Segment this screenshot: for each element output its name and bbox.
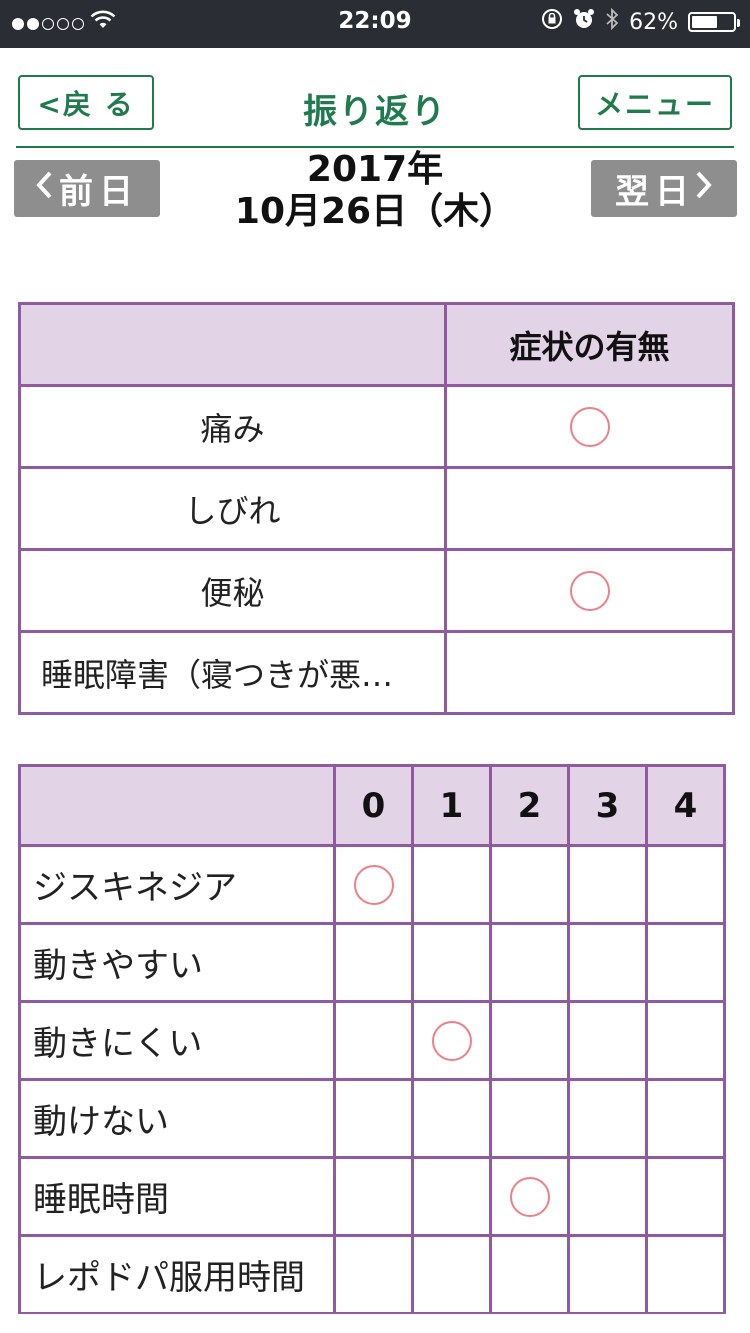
score-column-header: 4 <box>645 764 726 847</box>
circle-mark-icon <box>353 865 394 906</box>
score-table-scroll[interactable]: 01234 ジスキネジア 動きやすい 動きにくい 動けない 睡眠時間 レポドパ服用時間 <box>18 764 732 1314</box>
score-cell[interactable] <box>489 922 570 1003</box>
chevron-right-icon <box>695 169 713 209</box>
score-cell[interactable] <box>645 1000 726 1081</box>
score-row: 動きやすい <box>18 922 726 1003</box>
symptom-presence-cell[interactable] <box>444 466 735 551</box>
symptom-presence-cell[interactable] <box>444 548 735 633</box>
score-cell[interactable] <box>567 1078 648 1159</box>
battery-percent: 62% <box>629 9 678 35</box>
score-cell[interactable] <box>645 1234 726 1314</box>
alarm-icon <box>573 8 595 36</box>
score-cell[interactable] <box>645 1078 726 1159</box>
score-cell[interactable] <box>333 844 414 925</box>
score-cell[interactable] <box>411 1156 492 1237</box>
score-row: ジスキネジア <box>18 844 726 925</box>
score-cell[interactable] <box>567 1156 648 1237</box>
score-cell[interactable] <box>489 844 570 925</box>
score-cell[interactable] <box>411 1234 492 1314</box>
symptoms-header-row: 症状の有無 <box>18 302 735 387</box>
score-row-label: ジスキネジア <box>18 844 336 925</box>
score-cell[interactable] <box>489 1234 570 1314</box>
score-column-header: 1 <box>411 764 492 847</box>
score-cell[interactable] <box>645 1156 726 1237</box>
symptom-label: 睡眠障害（寝つきが悪… <box>18 630 447 715</box>
score-row-label: 睡眠時間 <box>18 1156 336 1237</box>
symptom-row[interactable]: しびれ <box>18 466 735 551</box>
symptom-row[interactable]: 睡眠障害（寝つきが悪… <box>18 630 735 715</box>
circle-mark-icon <box>431 1021 472 1062</box>
score-cell[interactable] <box>333 1156 414 1237</box>
score-cell[interactable] <box>411 1000 492 1081</box>
score-row-label: レポドパ服用時間 <box>18 1234 336 1314</box>
symptom-row[interactable]: 痛み <box>18 384 735 469</box>
score-cell[interactable] <box>645 844 726 925</box>
score-cell[interactable] <box>411 844 492 925</box>
next-day-label: 翌日 <box>615 172 695 212</box>
score-column-header: 2 <box>489 764 570 847</box>
score-cell[interactable] <box>645 922 726 1003</box>
symptoms-header-presence: 症状の有無 <box>444 302 735 387</box>
score-cell[interactable] <box>333 1234 414 1314</box>
score-row: 動きにくい <box>18 1000 726 1081</box>
next-day-button[interactable]: 翌日 <box>591 160 737 217</box>
circle-mark-icon <box>569 571 610 611</box>
score-table: 01234 ジスキネジア 動きやすい 動きにくい 動けない 睡眠時間 レポドパ服用時間 <box>18 764 726 1314</box>
symptom-presence-cell[interactable] <box>444 630 735 715</box>
score-row: レポドパ服用時間 <box>18 1234 726 1314</box>
menu-button[interactable]: メニュー <box>578 75 732 130</box>
score-cell[interactable] <box>333 1000 414 1081</box>
score-header-row: 01234 <box>18 764 726 847</box>
header-divider <box>16 146 734 148</box>
score-header-empty <box>18 764 336 847</box>
score-column-header: 0 <box>333 764 414 847</box>
symptom-label: しびれ <box>18 466 447 551</box>
score-cell[interactable] <box>567 1000 648 1081</box>
score-row: 動けない <box>18 1078 726 1159</box>
symptoms-table: 症状の有無 痛み しびれ 便秘 睡眠障害（寝つきが悪… <box>18 302 735 715</box>
score-cell[interactable] <box>567 1234 648 1314</box>
score-row-label: 動けない <box>18 1078 336 1159</box>
score-cell[interactable] <box>333 1078 414 1159</box>
bluetooth-icon <box>605 7 619 36</box>
status-bar: 22:09 62% <box>0 0 750 48</box>
score-cell[interactable] <box>567 844 648 925</box>
rotation-lock-icon <box>541 8 563 36</box>
symptoms-header-empty <box>18 302 447 387</box>
score-row-label: 動きやすい <box>18 922 336 1003</box>
symptom-presence-cell[interactable] <box>444 384 735 469</box>
symptom-label: 痛み <box>18 384 447 469</box>
score-cell[interactable] <box>489 1078 570 1159</box>
symptom-label: 便秘 <box>18 548 447 633</box>
score-cell[interactable] <box>489 1000 570 1081</box>
score-cell[interactable] <box>489 1156 570 1237</box>
battery-icon <box>688 12 740 32</box>
circle-mark-icon <box>569 407 610 447</box>
score-row-label: 動きにくい <box>18 1000 336 1081</box>
score-cell[interactable] <box>411 922 492 1003</box>
score-cell[interactable] <box>333 922 414 1003</box>
score-cell[interactable] <box>567 922 648 1003</box>
circle-mark-icon <box>509 1177 550 1218</box>
score-row: 睡眠時間 <box>18 1156 726 1237</box>
score-column-header: 3 <box>567 764 648 847</box>
score-cell[interactable] <box>411 1078 492 1159</box>
symptom-row[interactable]: 便秘 <box>18 548 735 633</box>
